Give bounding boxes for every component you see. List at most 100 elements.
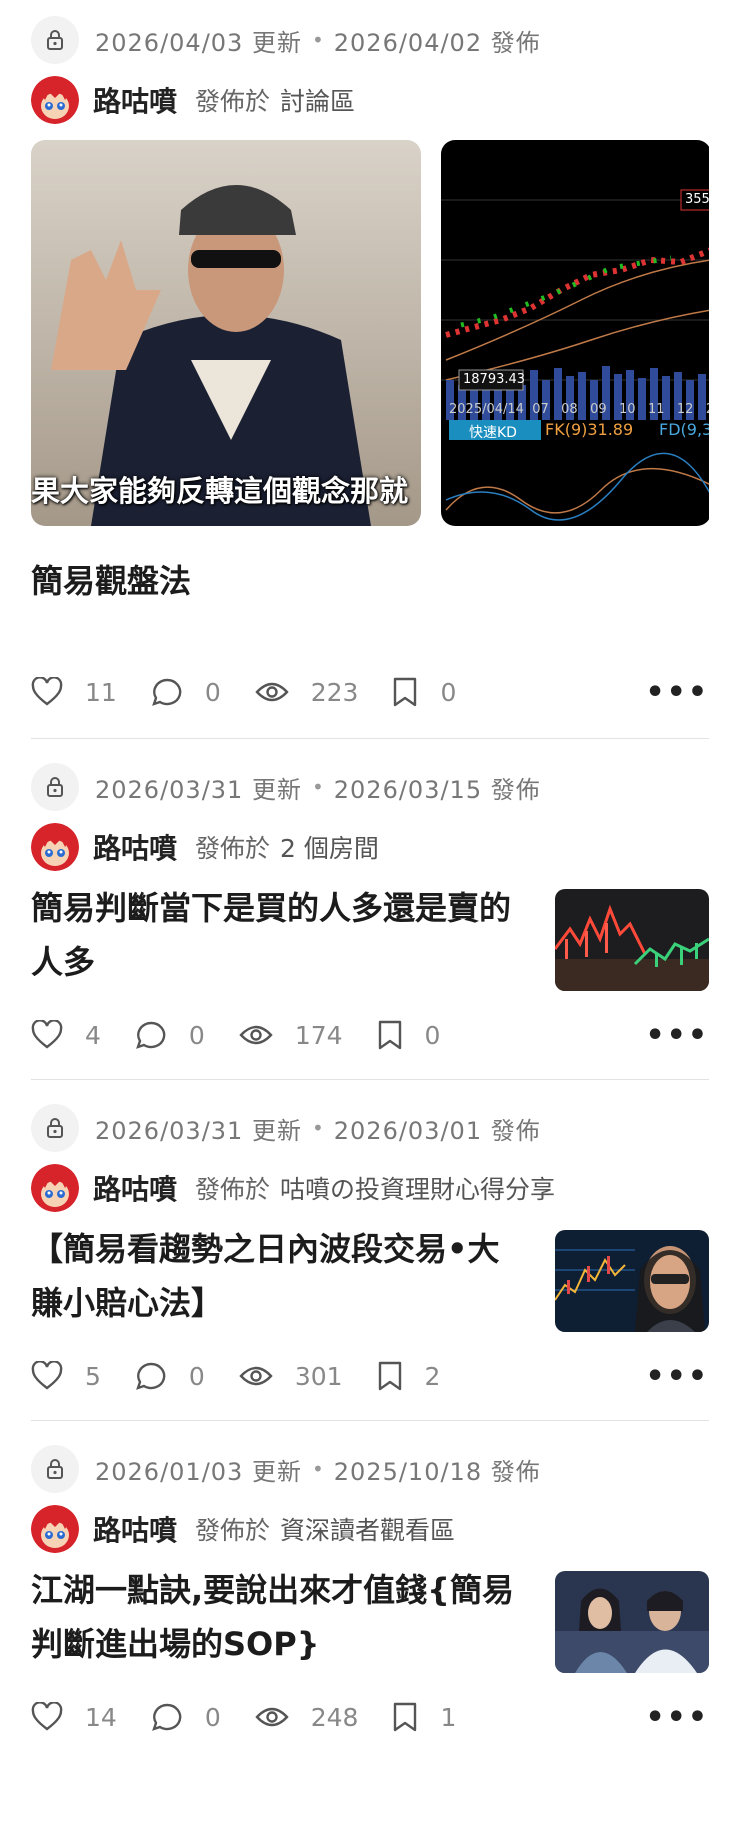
updated-date: 2026/03/31 更新 [95, 1116, 302, 1145]
post-meta: 2026/04/03 更新 • 2026/04/02 發佈 [31, 12, 709, 68]
post-card[interactable]: 2026/03/31 更新 • 2026/03/01 發佈 路咕噴 發佈於 咕噴の… [0, 1080, 740, 1406]
stats-row: 11 0 223 0 ••• [31, 662, 709, 722]
like-count: 14 [85, 1702, 117, 1732]
stats-row: 14 0 248 1 ••• [31, 1687, 709, 1747]
heart-icon [31, 677, 63, 707]
post-card[interactable]: 2026/04/03 更新 • 2026/04/02 發佈 路咕噴 發佈於 討論區… [0, 0, 740, 722]
view-stat: 301 [239, 1362, 343, 1391]
space-link[interactable]: 2 個房間 [280, 834, 379, 863]
bookmark-button[interactable]: 2 [377, 1360, 441, 1392]
author-row: 路咕噴 發佈於 資深讀者觀看區 [31, 1501, 709, 1557]
price-tag: 355 [685, 192, 709, 207]
fd-value: FD(9,3 [659, 420, 709, 439]
eye-icon [255, 1705, 289, 1729]
more-options-icon[interactable]: ••• [645, 1700, 709, 1735]
published-in: 發佈於 2 個房間 [195, 834, 379, 863]
view-count: 174 [294, 1020, 343, 1050]
comment-count: 0 [188, 1361, 205, 1391]
avatar[interactable] [31, 823, 79, 871]
like-button[interactable]: 4 [31, 1020, 101, 1050]
post-thumbnail[interactable] [555, 889, 709, 991]
post-card[interactable]: 2026/01/03 更新 • 2025/10/18 發佈 路咕噴 發佈於 資深讀… [0, 1421, 740, 1747]
comment-icon [135, 1361, 167, 1391]
bookmark-icon [392, 676, 418, 708]
bookmark-icon [377, 1019, 403, 1051]
post-title[interactable]: 【簡易看趨勢之日內波段交易•大賺小賠心法】 [31, 1222, 531, 1330]
like-button[interactable]: 5 [31, 1361, 101, 1391]
comment-icon [135, 1020, 167, 1050]
post-thumbnail[interactable] [555, 1230, 709, 1332]
author-name[interactable]: 路咕噴 [93, 1168, 177, 1208]
lock-icon [31, 763, 79, 811]
bookmark-count: 2 [424, 1361, 441, 1391]
avatar[interactable] [31, 1164, 79, 1212]
heart-icon [31, 1702, 63, 1732]
comment-icon [151, 1702, 183, 1732]
comment-count: 0 [204, 1702, 221, 1732]
more-options-icon[interactable]: ••• [645, 1018, 709, 1053]
heart-icon [31, 1361, 63, 1391]
comment-icon [151, 677, 183, 707]
updated-date: 2026/03/31 更新 [95, 775, 302, 804]
stats-row: 4 0 174 0 ••• [31, 1005, 709, 1065]
avatar[interactable] [31, 1505, 79, 1553]
updated-date: 2026/01/03 更新 [95, 1457, 302, 1486]
space-link[interactable]: 咕噴の投資理財心得分享 [280, 1175, 555, 1204]
eye-icon [239, 1023, 273, 1047]
bookmark-icon [392, 1701, 418, 1733]
view-stat: 248 [255, 1702, 359, 1732]
avatar[interactable] [31, 76, 79, 124]
comment-button[interactable]: 0 [151, 1702, 221, 1732]
bookmark-icon [377, 1360, 403, 1392]
space-link[interactable]: 資深讀者觀看區 [280, 1516, 455, 1545]
bookmark-count: 0 [424, 1020, 441, 1050]
post-card[interactable]: 2026/03/31 更新 • 2026/03/15 發佈 路咕噴 發佈於 2 個… [0, 739, 740, 1065]
comment-button[interactable]: 0 [151, 677, 221, 707]
bookmark-button[interactable]: 0 [377, 1019, 441, 1051]
eye-icon [255, 680, 289, 704]
updated-date: 2026/04/03 更新 [95, 28, 302, 57]
lock-icon [31, 16, 79, 64]
bookmark-count: 0 [440, 677, 457, 707]
space-link[interactable]: 討論區 [280, 87, 355, 116]
post-title[interactable]: 江湖一點訣,要說出來才值錢{簡易判斷進出場的SOP} [31, 1563, 531, 1671]
comment-button[interactable]: 0 [135, 1361, 205, 1391]
heart-icon [31, 1020, 63, 1050]
published-date: 2026/04/02 發佈 [333, 28, 541, 57]
post-meta: 2026/03/31 更新 • 2026/03/01 發佈 [31, 1100, 709, 1156]
author-row: 路咕噴 發佈於 討論區 [31, 72, 709, 128]
author-name[interactable]: 路咕噴 [93, 80, 177, 120]
lock-icon [31, 1104, 79, 1152]
post-title[interactable]: 簡易觀盤法 [31, 556, 709, 602]
bookmark-button[interactable]: 1 [392, 1701, 456, 1733]
like-button[interactable]: 11 [31, 677, 117, 707]
more-options-icon[interactable]: ••• [645, 1359, 709, 1394]
date-axis: 2025/04/14 07 08 09 10 11 12 20 [449, 402, 709, 417]
post-meta: 2026/01/03 更新 • 2025/10/18 發佈 [31, 1441, 709, 1497]
kd-label: 快速KD [469, 425, 517, 441]
post-title[interactable]: 簡易判斷當下是買的人多還是賣的人多 [31, 881, 531, 989]
low-price-label: 18793.43 [463, 372, 526, 387]
author-name[interactable]: 路咕噴 [93, 1509, 177, 1549]
author-name[interactable]: 路咕噴 [93, 827, 177, 867]
comment-button[interactable]: 0 [135, 1020, 205, 1050]
bookmark-button[interactable]: 0 [392, 676, 456, 708]
more-options-icon[interactable]: ••• [645, 675, 709, 710]
image-gallery[interactable]: 果大家能夠反轉這個觀念那就 355 18793.43 2025/04/14 07… [31, 140, 709, 526]
stats-row: 5 0 301 2 ••• [31, 1346, 709, 1406]
published-date: 2025/10/18 發佈 [333, 1457, 541, 1486]
published-in: 發佈於 咕噴の投資理財心得分享 [195, 1175, 556, 1204]
view-count: 223 [310, 677, 359, 707]
view-stat: 174 [239, 1021, 343, 1050]
like-count: 5 [85, 1361, 101, 1391]
like-button[interactable]: 14 [31, 1702, 117, 1732]
view-count: 301 [294, 1361, 343, 1391]
view-count: 248 [310, 1702, 359, 1732]
fk-value: FK(9)31.89 [545, 420, 634, 439]
gallery-image-1[interactable]: 果大家能夠反轉這個觀念那就 [31, 140, 421, 526]
gallery-image-2[interactable]: 355 18793.43 2025/04/14 07 08 09 10 11 1… [441, 140, 709, 526]
like-count: 11 [85, 677, 117, 707]
published-in: 發佈於 資深讀者觀看區 [195, 1516, 456, 1545]
post-thumbnail[interactable] [555, 1571, 709, 1673]
comment-count: 0 [188, 1020, 205, 1050]
